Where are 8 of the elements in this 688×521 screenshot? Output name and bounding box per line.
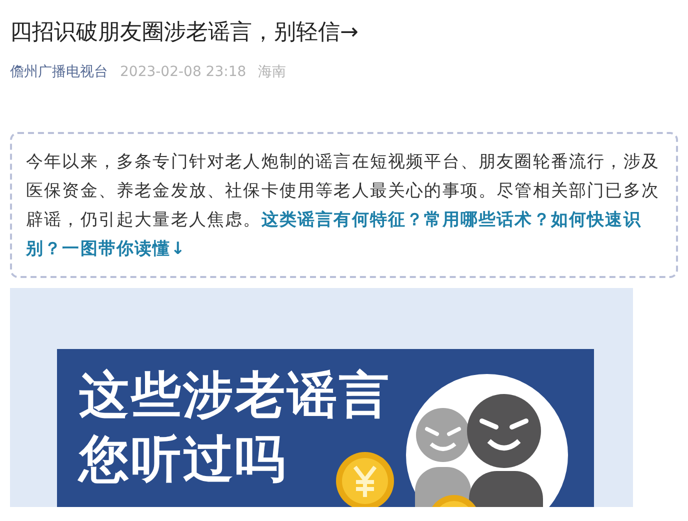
poster-heading-line: 您听过吗: [79, 431, 287, 487]
poster-heading-line: 这些涉老谣言: [79, 367, 391, 423]
publish-time: 2023-02-08 23:18: [120, 63, 246, 82]
location-text: 海南: [258, 63, 286, 82]
account-link[interactable]: 儋州广播电视台: [10, 62, 108, 82]
intro-paragraph: 今年以来，多条专门针对老人炮制的谣言在短视频平台、朋友圈轮番流行，涉及医保资金、养老金发放、社保卡使用等老人最关心的事项。尽管相关部门已多次辟谣，仍引起大量老人焦虑。这类谣言有何特征？常用哪些话术？如何快速识别？一图带你读懂↓: [26, 151, 660, 261]
article-title: 四招识破朋友圈涉老谣言，别轻信→: [10, 19, 360, 47]
coin-icon: [336, 452, 394, 507]
